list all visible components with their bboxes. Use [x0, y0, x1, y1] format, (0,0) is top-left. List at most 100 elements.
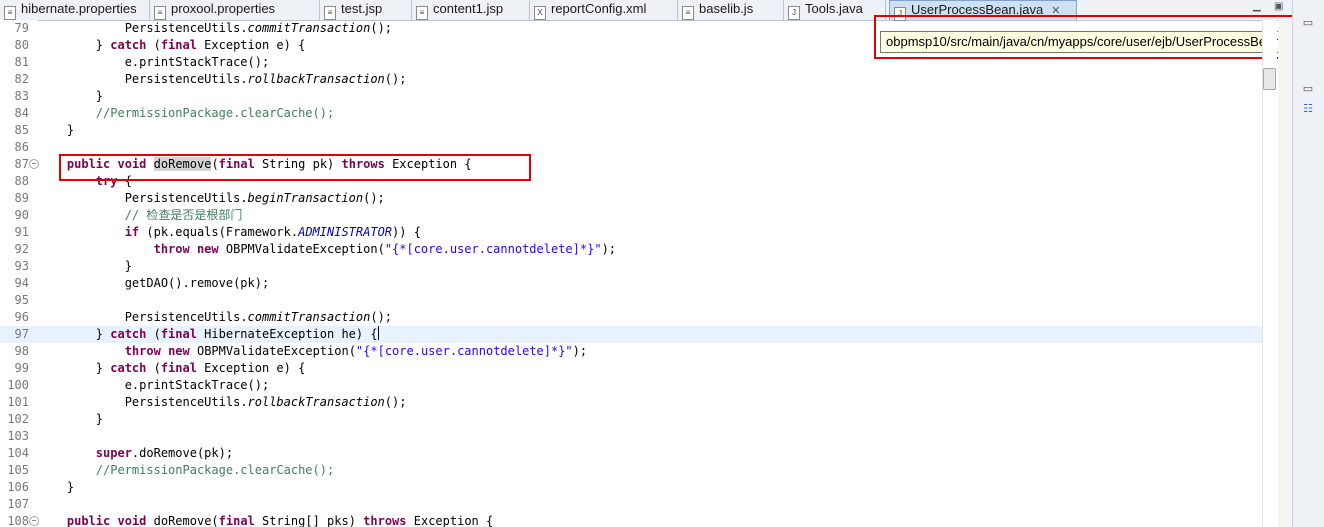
code-text: e.printStackTrace(); — [38, 378, 270, 392]
line-number: 90 — [14, 208, 29, 222]
line-number: 95 — [14, 293, 29, 307]
code-text: e.printStackTrace(); — [38, 55, 270, 69]
code-line[interactable]: 108− public void doRemove(final String[]… — [0, 513, 1262, 527]
code-line[interactable]: 106 } — [0, 479, 1262, 496]
line-number: 86 — [14, 140, 29, 154]
restore-icon[interactable]: ▭ — [1301, 82, 1315, 96]
line-number: 94 — [14, 276, 29, 290]
code-text: } — [38, 412, 104, 426]
text-caret — [377, 326, 379, 340]
properties-file-icon: ≡ — [154, 6, 166, 20]
tab-label: Tools.java — [805, 1, 863, 16]
properties-file-icon: ≡ — [4, 6, 16, 20]
line-number: 89 — [14, 191, 29, 205]
code-line[interactable]: 107 — [0, 496, 1262, 513]
line-number: 92 — [14, 242, 29, 256]
line-number: 83 — [14, 89, 29, 103]
overview-ruler[interactable] — [1278, 20, 1292, 527]
tab-label: test.jsp — [341, 1, 383, 16]
code-text: } — [38, 480, 75, 494]
code-text: //PermissionPackage.clearCache(); — [95, 463, 335, 477]
tab-hibernate-properties[interactable]: ≡ hibernate.properties — [0, 0, 150, 20]
maximize-icon[interactable]: ▣ — [1274, 1, 1283, 12]
code-line[interactable]: 82 PersistenceUtils.rollbackTransaction(… — [0, 71, 1262, 88]
line-number: 98 — [14, 344, 29, 358]
tab-label: content1.jsp — [433, 1, 504, 16]
line-number: 84 — [14, 106, 29, 120]
tab-baselib-js[interactable]: ≡ baselib.js — [678, 0, 784, 20]
code-text: getDAO().remove(pk); — [38, 276, 270, 290]
tab-test-jsp[interactable]: ≡ test.jsp — [320, 0, 412, 20]
code-line[interactable]: 83 } — [0, 88, 1262, 105]
tab-label: reportConfig.xml — [551, 1, 647, 16]
code-text: } catch (final HibernateException he) { — [38, 326, 379, 341]
line-number: 103 — [7, 429, 29, 443]
code-line[interactable]: 96 PersistenceUtils.commitTransaction(); — [0, 309, 1262, 326]
code-line[interactable]: 94 getDAO().remove(pk); — [0, 275, 1262, 292]
code-text: } — [38, 123, 75, 137]
line-number: 82 — [14, 72, 29, 86]
code-line[interactable]: 95 — [0, 292, 1262, 309]
code-text: } catch (final Exception e) { — [38, 38, 306, 52]
side-panel: ▭ ▭ ☷ — [1292, 0, 1324, 527]
code-line[interactable]: 101 PersistenceUtils.rollbackTransaction… — [0, 394, 1262, 411]
code-line[interactable]: 97 } catch (final HibernateException he)… — [0, 326, 1262, 343]
js-file-icon: ≡ — [682, 6, 694, 20]
line-number: 93 — [14, 259, 29, 273]
code-line[interactable]: 105 //PermissionPackage.clearCache(); — [0, 462, 1262, 479]
tab-label: proxool.properties — [171, 1, 276, 16]
line-number: 88 — [14, 174, 29, 188]
line-number: 107 — [7, 497, 29, 511]
code-line[interactable]: 85 } — [0, 122, 1262, 139]
tab-tools-java[interactable]: J Tools.java — [784, 0, 886, 20]
code-line[interactable]: 92 throw new OBPMValidateException("{*[c… — [0, 241, 1262, 258]
line-number: 97 — [14, 327, 29, 341]
code-text: PersistenceUtils.commitTransaction(); — [38, 310, 393, 324]
tab-reportconfig-xml[interactable]: XreportConfig.xml — [530, 0, 678, 20]
code-text: } — [38, 89, 104, 103]
code-text: PersistenceUtils.beginTransaction(); — [38, 191, 385, 205]
line-number: 104 — [7, 446, 29, 460]
line-number: 81 — [14, 55, 29, 69]
code-text: PersistenceUtils.rollbackTransaction(); — [38, 72, 407, 86]
code-line[interactable]: 103 — [0, 428, 1262, 445]
code-line[interactable]: 84 //PermissionPackage.clearCache(); — [0, 105, 1262, 122]
line-number: 106 — [7, 480, 29, 494]
tab-proxool-properties[interactable]: ≡ proxool.properties — [150, 0, 320, 20]
java-file-icon: J — [788, 6, 800, 20]
xml-file-icon: X — [534, 6, 546, 20]
file-path-tooltip: obpmsp10/src/main/java/cn/myapps/core/us… — [880, 31, 1320, 53]
code-line[interactable]: 98 throw new OBPMValidateException("{*[c… — [0, 343, 1262, 360]
outline-icon[interactable]: ☷ — [1301, 102, 1315, 116]
code-line[interactable]: 104 super.doRemove(pk); — [0, 445, 1262, 462]
line-number: 100 — [7, 378, 29, 392]
code-text: throw new OBPMValidateException("{*[core… — [124, 344, 588, 358]
line-number: 96 — [14, 310, 29, 324]
code-text: } — [38, 259, 132, 273]
vertical-scrollbar[interactable] — [1262, 20, 1277, 527]
method-signature-highlight — [59, 154, 531, 181]
minimize-icon[interactable]: ▁ — [1253, 1, 1261, 12]
scrollbar-thumb[interactable] — [1263, 68, 1276, 90]
code-line[interactable]: 93 } — [0, 258, 1262, 275]
line-number: 99 — [14, 361, 29, 375]
jsp-file-icon: ≡ — [324, 6, 336, 20]
code-line[interactable]: 90 // 检查是否是根部门 — [0, 207, 1262, 224]
code-text: //PermissionPackage.clearCache(); — [95, 106, 335, 120]
code-text: } catch (final Exception e) { — [38, 361, 306, 375]
tab-label: hibernate.properties — [21, 1, 137, 16]
code-text: throw new OBPMValidateException("{*[core… — [153, 242, 617, 256]
code-text: // 检查是否是根部门 — [124, 208, 243, 222]
code-line[interactable]: 91 if (pk.equals(Framework.ADMINISTRATOR… — [0, 224, 1262, 241]
code-line[interactable]: 100 e.printStackTrace(); — [0, 377, 1262, 394]
code-editor[interactable]: 79 PersistenceUtils.commitTransaction();… — [0, 20, 1262, 527]
line-number: 91 — [14, 225, 29, 239]
code-text: PersistenceUtils.commitTransaction(); — [38, 21, 393, 35]
restore-icon[interactable]: ▭ — [1301, 16, 1315, 30]
tab-content1-jsp[interactable]: ≡ content1.jsp — [412, 0, 530, 20]
code-line[interactable]: 102 } — [0, 411, 1262, 428]
code-line[interactable]: 89 PersistenceUtils.beginTransaction(); — [0, 190, 1262, 207]
code-line[interactable]: 99 } catch (final Exception e) { — [0, 360, 1262, 377]
line-number: 108 — [7, 514, 29, 527]
code-text: PersistenceUtils.rollbackTransaction(); — [38, 395, 407, 409]
